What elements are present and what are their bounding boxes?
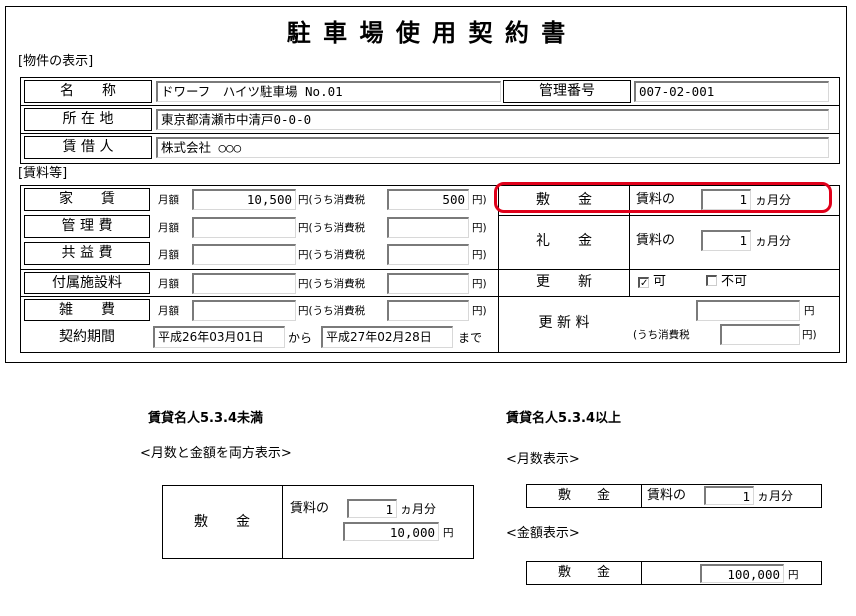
section-fees-label: [賃料等]	[18, 166, 68, 181]
facility-amount-field[interactable]	[192, 273, 296, 294]
contract-form: 駐 車 場 使 用 契 約 書 [物件の表示] 名 称 ドワーフ ハイツ駐車場 …	[5, 6, 847, 363]
left-suffix: ヵ月分	[400, 502, 437, 516]
period-kara-label: から	[288, 331, 313, 345]
close-label: 円)	[472, 249, 487, 261]
yen-tax-label: 円(うち消費税	[298, 194, 366, 206]
right1-prefix: 賃料の	[647, 488, 687, 503]
section-property-label: [物件の表示]	[18, 54, 94, 69]
fee-label-facility: 付属施設料	[24, 272, 150, 294]
renewal-fee-close: 円)	[802, 329, 817, 341]
period-made-label: まで	[458, 331, 483, 345]
left-shikikin-label: 敷 金	[194, 514, 250, 530]
facility-tax-field[interactable]	[387, 273, 469, 294]
right-example-subtitle-months: <月数表示>	[506, 452, 580, 467]
rent-tax-field[interactable]: 500	[387, 189, 469, 210]
close-label: 円)	[472, 305, 487, 317]
left-example-title: 賃貸名人5.3.4未満	[148, 411, 264, 426]
renewal-fee-label: 更 新 料	[538, 315, 590, 331]
left-prefix: 賃料の	[290, 501, 330, 516]
close-label: 円)	[472, 222, 487, 234]
period-from-field[interactable]: 平成26年03月01日	[153, 326, 285, 348]
address-field[interactable]: 東京都清瀬市中清戸0-0-0	[156, 109, 829, 130]
renewal-fee-field[interactable]	[696, 300, 800, 321]
management-amount-field[interactable]	[192, 217, 296, 238]
left-amount-field[interactable]: 10,000	[343, 522, 439, 541]
mgmt-number-field[interactable]: 007-02-001	[634, 81, 829, 102]
name-label: 名 称	[24, 80, 152, 103]
renewal-yes-checkbox[interactable]: ✓	[638, 277, 649, 289]
right1-months-field[interactable]: 1	[704, 486, 754, 505]
renewal-fee-yen: 円	[804, 305, 815, 317]
monthly-label: 月額	[158, 222, 179, 234]
fee-label-common: 共 益 費	[24, 242, 150, 265]
name-field[interactable]: ドワーフ ハイツ駐車場 No.01	[156, 81, 501, 102]
reikin-months-field[interactable]: 1	[701, 230, 751, 251]
rent-amount-field[interactable]: 10,500	[192, 189, 296, 210]
fee-label-rent: 家 賃	[24, 188, 150, 211]
renewal-fee-tax-label: (うち消費税	[633, 329, 690, 341]
right-example-title: 賃貸名人5.3.4以上	[506, 411, 622, 426]
form-title: 駐 車 場 使 用 契 約 書	[286, 18, 568, 47]
lessee-field[interactable]: 株式会社 ○○○	[156, 137, 829, 158]
monthly-label: 月額	[158, 278, 179, 290]
reikin-label: 礼 金	[536, 233, 592, 249]
monthly-label: 月額	[158, 305, 179, 317]
yen-tax-label: 円(うち消費税	[298, 249, 366, 261]
shikikin-highlight	[494, 182, 832, 213]
yen-tax-label: 円(うち消費税	[298, 222, 366, 234]
right1-suffix: ヵ月分	[757, 489, 794, 503]
renewal-no-label: 不可	[721, 274, 748, 289]
right2-amount-field[interactable]: 100,000	[700, 564, 784, 583]
misc-tax-field[interactable]	[387, 300, 469, 321]
left-yen: 円	[443, 527, 454, 539]
fee-label-misc: 雑 費	[24, 299, 150, 321]
yen-tax-label: 円(うち消費税	[298, 305, 366, 317]
right2-shikikin-label: 敷 金	[557, 565, 610, 580]
reikin-suffix: ヵ月分	[755, 234, 792, 248]
address-label: 所 在 地	[24, 108, 152, 131]
renewal-no-option[interactable]: 不可	[706, 273, 747, 291]
management-tax-field[interactable]	[387, 217, 469, 238]
left-example-subtitle: <月数と金額を両方表示>	[140, 446, 292, 461]
mgmt-number-label: 管理番号	[503, 80, 631, 103]
common-amount-field[interactable]	[192, 244, 296, 265]
close-label: 円)	[472, 278, 487, 290]
yen-tax-label: 円(うち消費税	[298, 278, 366, 290]
renewal-fee-tax-field[interactable]	[720, 324, 800, 345]
fee-label-management: 管 理 費	[24, 215, 150, 238]
reikin-prefix: 賃料の	[636, 233, 676, 248]
period-to-field[interactable]: 平成27年02月28日	[321, 326, 453, 348]
right1-shikikin-label: 敷 金	[557, 488, 610, 503]
right-example-subtitle-amount: <金額表示>	[506, 526, 580, 541]
left-months-field[interactable]: 1	[347, 499, 397, 518]
misc-amount-field[interactable]	[192, 300, 296, 321]
renewal-no-checkbox[interactable]	[706, 275, 717, 286]
lessee-label: 賃 借 人	[24, 136, 152, 159]
close-label: 円)	[472, 194, 487, 206]
monthly-label: 月額	[158, 249, 179, 261]
common-tax-field[interactable]	[387, 244, 469, 265]
renewal-yes-label: 可	[653, 274, 667, 289]
monthly-label: 月額	[158, 194, 179, 206]
period-label: 契約期間	[59, 329, 115, 345]
right2-yen: 円	[788, 569, 799, 581]
renewal-yes-option[interactable]: ✓ 可	[638, 273, 666, 291]
renewal-label: 更 新	[536, 274, 592, 290]
